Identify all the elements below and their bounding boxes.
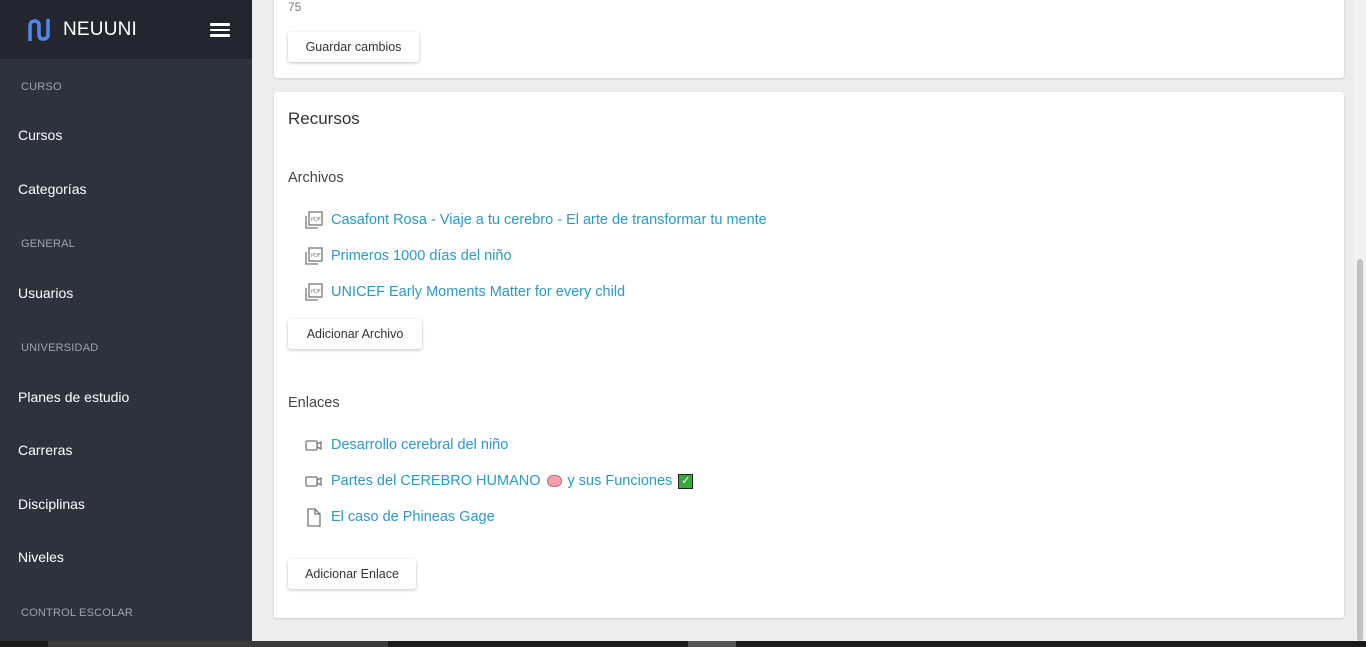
link-item[interactable]: El caso de Phineas Gage [304, 507, 495, 527]
file-link[interactable]: UNICEF Early Moments Matter for every ch… [331, 284, 625, 300]
brain-icon [546, 475, 562, 488]
file-link[interactable]: Primeros 1000 días del niño [331, 248, 512, 264]
link-item[interactable]: Desarrollo cerebral del niño [304, 435, 508, 455]
check-mark-icon: ✓ [678, 473, 694, 489]
add-link-button[interactable]: Adicionar Enlace [288, 559, 416, 589]
files-title: Archivos [288, 170, 344, 186]
pdf-icon: PDF [304, 282, 323, 302]
section-label-universidad: UNIVERSIDAD [21, 342, 99, 354]
brand-name[interactable]: NEUUNI [63, 19, 137, 41]
file-item[interactable]: PDF Primeros 1000 días del niño [304, 246, 512, 266]
video-icon [304, 472, 323, 491]
document-icon [304, 507, 323, 527]
sidebar-item-niveles[interactable]: Niveles [0, 537, 252, 577]
file-item[interactable]: PDF UNICEF Early Moments Matter for ever… [304, 282, 625, 302]
file-link[interactable]: Casafont Rosa - Viaje a tu cerebro - El … [331, 212, 767, 228]
field-value: 75 [288, 0, 302, 14]
neuuni-logo-icon[interactable] [27, 19, 51, 41]
pdf-icon: PDF [304, 246, 323, 266]
link-label-part-a: Partes del CEREBRO HUMANO [331, 473, 541, 489]
link-link[interactable]: Desarrollo cerebral del niño [331, 437, 508, 453]
sidebar-item-planes[interactable]: Planes de estudio [0, 377, 252, 417]
link-link[interactable]: Partes del CEREBRO HUMANO y sus Funciones… [331, 473, 694, 489]
section-label-curso: CURSO [21, 81, 62, 93]
pdf-icon: PDF [304, 210, 323, 230]
resources-title: Recursos [288, 109, 360, 128]
section-label-general: GENERAL [21, 238, 75, 250]
vertical-scrollbar[interactable] [1354, 0, 1366, 641]
svg-text:PDF: PDF [311, 289, 321, 295]
svg-text:PDF: PDF [311, 253, 321, 259]
add-file-button[interactable]: Adicionar Archivo [288, 319, 422, 349]
sidebar-item-categorias[interactable]: Categorías [0, 169, 252, 209]
sidebar-item-usuarios[interactable]: Usuarios [0, 273, 252, 313]
sidebar: NEUUNI CURSO Cursos Categorías GENERAL U… [0, 0, 252, 647]
link-label-part-b: y sus Funciones [567, 473, 673, 489]
sidebar-item-disciplinas[interactable]: Disciplinas [0, 484, 252, 524]
settings-card: 75 Guardar cambios [274, 0, 1344, 78]
sidebar-item-cursos[interactable]: Cursos [0, 115, 252, 155]
menu-toggle-icon[interactable] [210, 23, 230, 39]
taskbar-edge [0, 641, 1366, 647]
resources-card: Recursos Archivos PDF Casafont Rosa - Vi… [274, 92, 1344, 618]
section-label-control: CONTROL ESCOLAR [21, 607, 134, 619]
links-title: Enlaces [288, 395, 340, 411]
link-item[interactable]: Partes del CEREBRO HUMANO y sus Funciones… [304, 471, 694, 491]
file-item[interactable]: PDF Casafont Rosa - Viaje a tu cerebro -… [304, 210, 767, 230]
video-icon [304, 436, 323, 455]
save-changes-button[interactable]: Guardar cambios [288, 32, 419, 62]
link-link[interactable]: El caso de Phineas Gage [331, 509, 495, 525]
scrollbar-thumb[interactable] [1357, 259, 1363, 641]
sidebar-header: NEUUNI [0, 0, 252, 59]
svg-text:PDF: PDF [311, 217, 321, 223]
sidebar-item-carreras[interactable]: Carreras [0, 430, 252, 470]
main-content: 75 Guardar cambios Recursos Archivos PDF… [252, 0, 1354, 641]
